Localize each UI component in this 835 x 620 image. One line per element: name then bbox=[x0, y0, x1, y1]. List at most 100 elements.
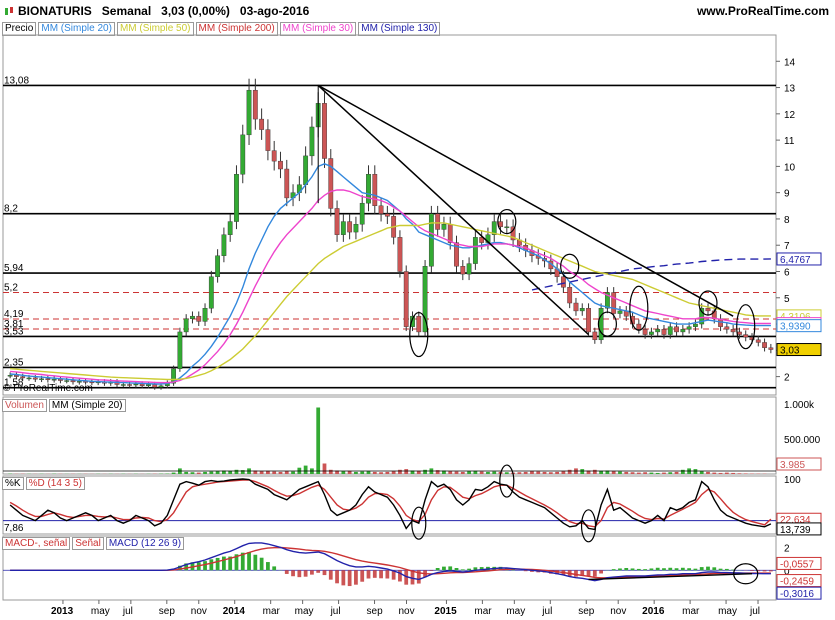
x-tick-label: mar bbox=[682, 606, 700, 617]
macd-title[interactable]: MACD-, señal bbox=[2, 537, 71, 550]
macd-histogram-bar bbox=[316, 570, 321, 573]
volume-bar bbox=[398, 469, 402, 474]
macd-histogram-bar bbox=[322, 570, 327, 576]
volume-bar bbox=[322, 463, 327, 474]
x-tick-label: 2013 bbox=[51, 606, 74, 617]
volume-ma-title[interactable]: MM (Simple 20) bbox=[48, 399, 126, 412]
level-label: 3,53 bbox=[4, 326, 24, 337]
candle-body bbox=[611, 292, 617, 314]
macd-histogram-bar bbox=[366, 570, 371, 579]
volume-bar bbox=[523, 471, 528, 474]
stoch-d-title[interactable]: %D (14 3 5) bbox=[25, 477, 85, 490]
macd-signal-title[interactable]: Señal bbox=[72, 537, 104, 550]
price-y-tick: 8 bbox=[784, 215, 790, 226]
level-label: 5,94 bbox=[4, 263, 24, 274]
macd-histogram-bar bbox=[636, 568, 641, 571]
volume-bar bbox=[171, 472, 176, 474]
panel-frame-stoch bbox=[2, 475, 777, 535]
stoch-k-title[interactable]: %K bbox=[2, 477, 24, 490]
volume-bar bbox=[699, 471, 704, 474]
volume-bar bbox=[731, 472, 736, 474]
macd-histogram-bar bbox=[354, 570, 358, 585]
x-tick-label: nov bbox=[398, 606, 414, 617]
macd-value-label: -0,3016 bbox=[780, 589, 814, 600]
candle-body bbox=[636, 323, 642, 330]
macd-histogram-bar bbox=[215, 557, 220, 571]
candle-body bbox=[472, 237, 478, 264]
macd-value-label: -0,0557 bbox=[780, 559, 814, 570]
macd-legend: MACD-, señal Señal MACD (12 26 9) bbox=[2, 537, 186, 550]
candle-body bbox=[504, 226, 510, 229]
candle-body bbox=[183, 318, 189, 333]
candle-body bbox=[730, 329, 736, 333]
candle-body bbox=[190, 315, 195, 319]
x-tick-label: jul bbox=[541, 606, 552, 617]
x-tick-label: nov bbox=[191, 606, 207, 617]
macd-histogram-bar bbox=[693, 568, 698, 571]
volume-bar bbox=[360, 471, 365, 474]
macd-histogram-bar bbox=[643, 569, 648, 571]
macd-histogram-bar bbox=[460, 569, 465, 571]
macd-histogram-bar bbox=[259, 557, 264, 571]
volume-bar bbox=[611, 471, 616, 474]
volume-bar bbox=[379, 472, 383, 474]
macd-histogram-bar bbox=[750, 570, 754, 571]
volume-bar bbox=[530, 471, 534, 474]
candle-body bbox=[133, 383, 139, 386]
candle-body bbox=[416, 315, 422, 333]
volume-bar bbox=[215, 471, 220, 474]
candle-body bbox=[592, 331, 598, 341]
candle-body bbox=[240, 134, 246, 175]
candle-body bbox=[347, 221, 353, 233]
candle-body bbox=[334, 208, 340, 235]
volume-bar bbox=[724, 472, 729, 474]
volume-bar bbox=[561, 471, 566, 474]
candle-body bbox=[617, 310, 623, 314]
volume-bar bbox=[643, 472, 648, 474]
volume-title[interactable]: Volumen bbox=[2, 399, 47, 412]
macd-histogram-bar bbox=[310, 570, 314, 575]
candle-body bbox=[586, 308, 591, 333]
macd-histogram-bar bbox=[247, 552, 251, 571]
macd-histogram-bar bbox=[328, 570, 333, 580]
level-label: 5,2 bbox=[4, 283, 18, 294]
volume-bar bbox=[354, 471, 358, 474]
macd-indicator-title[interactable]: MACD (12 26 9) bbox=[105, 537, 185, 550]
macd-histogram-bar bbox=[630, 568, 635, 571]
x-tick-label: jul bbox=[330, 606, 341, 617]
candle-body bbox=[655, 329, 661, 333]
chart-canvas[interactable]: 14131211109876543213,088,25,945,24,193,8… bbox=[0, 0, 835, 620]
macd-histogram-bar bbox=[467, 568, 471, 571]
macd-value-label: -0,2459 bbox=[780, 577, 814, 588]
macd-histogram-bar bbox=[347, 570, 352, 587]
candle-body bbox=[221, 234, 227, 256]
candle-body bbox=[768, 347, 774, 350]
volume-bar bbox=[618, 471, 622, 474]
ma30-line bbox=[10, 189, 771, 384]
x-tick-label: mar bbox=[263, 606, 281, 617]
macd-histogram-bar bbox=[435, 568, 440, 571]
candle-body bbox=[32, 377, 38, 380]
volume-bar bbox=[278, 471, 283, 474]
x-tick-label: nov bbox=[610, 606, 626, 617]
candle-body bbox=[259, 118, 265, 130]
candle-body bbox=[649, 331, 654, 335]
candle-body bbox=[146, 384, 151, 387]
price-y-tick: 11 bbox=[784, 136, 795, 147]
macd-signal-line bbox=[10, 546, 771, 579]
x-tick-label: sep bbox=[578, 606, 595, 617]
candle-body bbox=[705, 308, 711, 312]
volume-bar bbox=[366, 471, 371, 474]
volume-bar bbox=[259, 471, 264, 474]
macd-histogram-bar bbox=[385, 570, 390, 579]
macd-histogram-bar bbox=[253, 554, 258, 571]
candle-body bbox=[340, 221, 346, 235]
volume-bar bbox=[674, 471, 679, 474]
candle-body bbox=[246, 89, 252, 136]
volume-bar bbox=[630, 472, 635, 474]
candle-body bbox=[642, 329, 648, 335]
volume-bar bbox=[680, 469, 685, 474]
x-tick-label: 2014 bbox=[223, 606, 246, 617]
x-tick-label: 2015 bbox=[434, 606, 457, 617]
candle-body bbox=[579, 308, 585, 312]
